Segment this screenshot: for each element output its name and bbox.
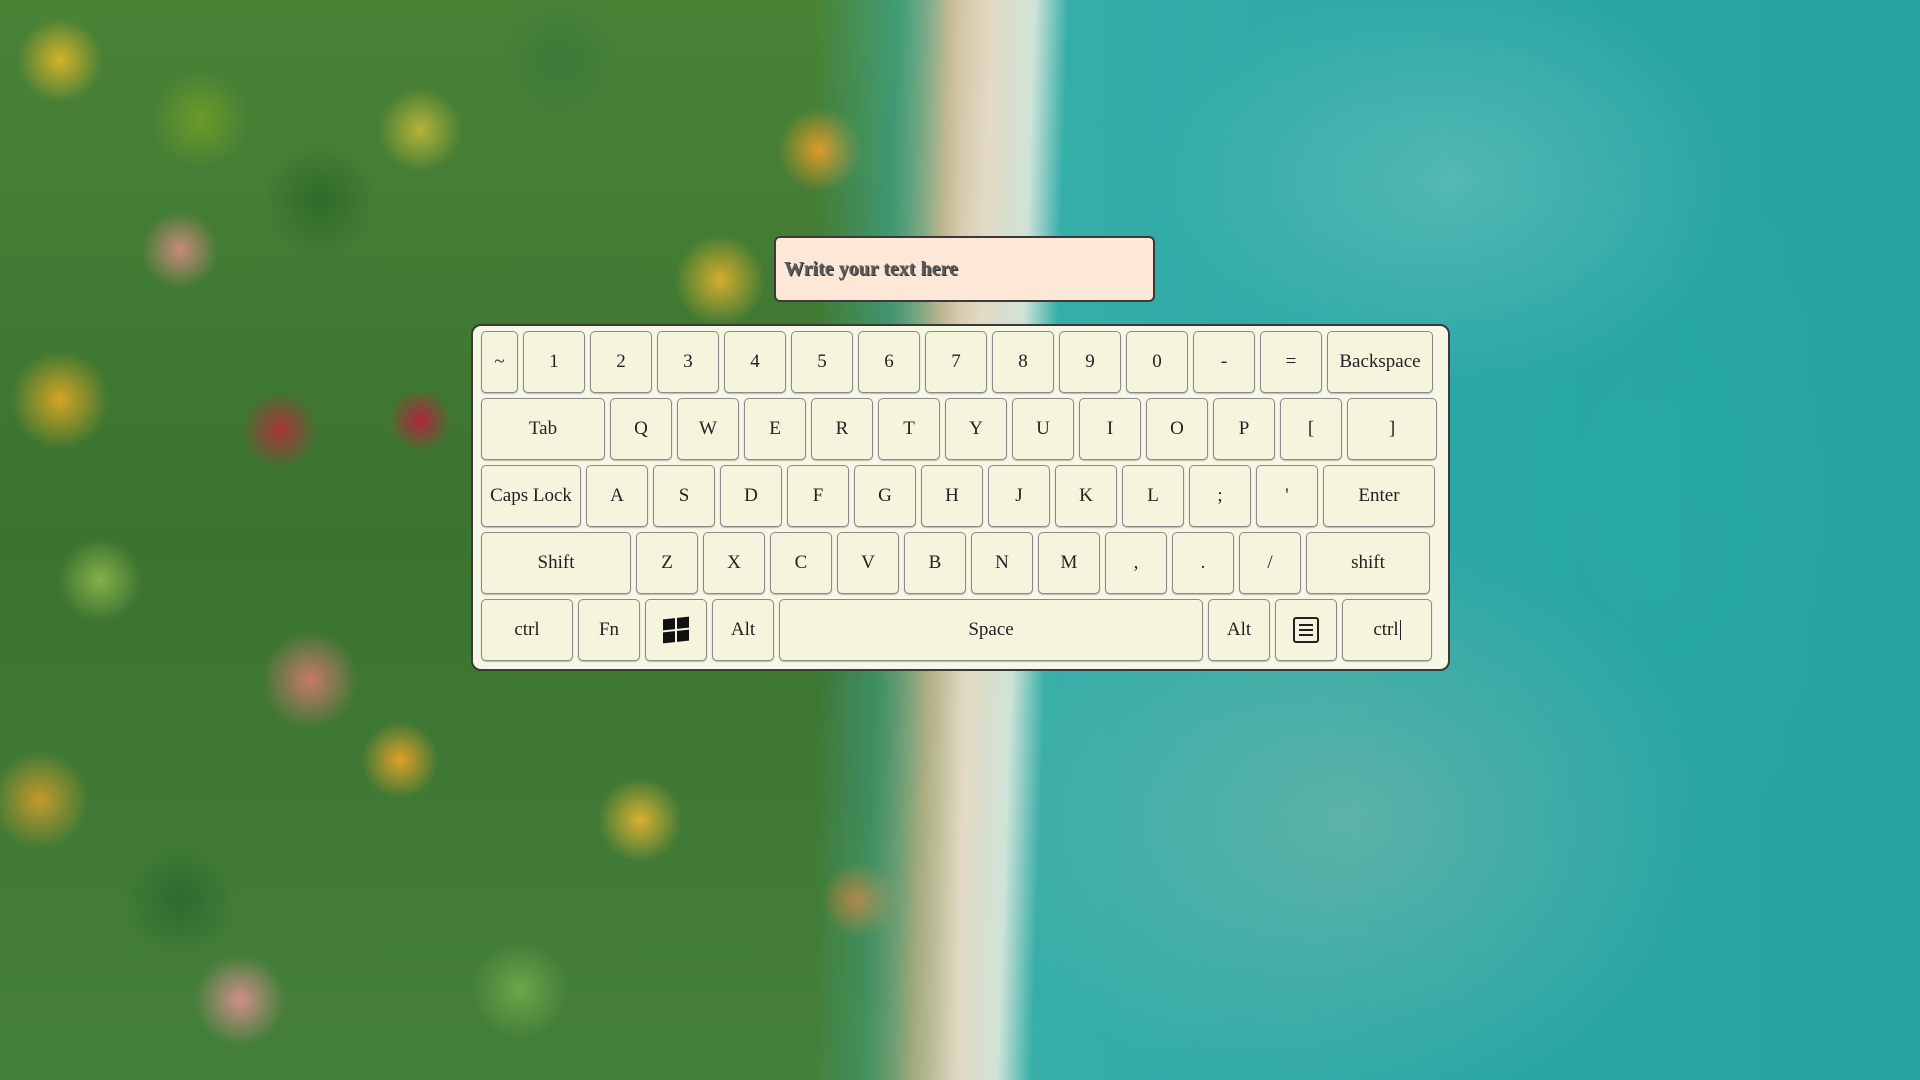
keyboard-row-qwerty: Tab Q W E R T Y U I O P [ ] <box>481 398 1440 460</box>
key-e[interactable]: E <box>744 398 806 460</box>
key-l[interactable]: L <box>1122 465 1184 527</box>
key-f[interactable]: F <box>787 465 849 527</box>
key-6[interactable]: 6 <box>858 331 920 393</box>
key-w[interactable]: W <box>677 398 739 460</box>
key-q[interactable]: Q <box>610 398 672 460</box>
key-minus[interactable]: - <box>1193 331 1255 393</box>
key-enter[interactable]: Enter <box>1323 465 1435 527</box>
context-menu-icon <box>1293 617 1319 643</box>
keyboard-row-bottom: ctrl Fn Alt Space Alt ctrl <box>481 599 1440 661</box>
key-left-bracket[interactable]: [ <box>1280 398 1342 460</box>
key-i[interactable]: I <box>1079 398 1141 460</box>
key-y[interactable]: Y <box>945 398 1007 460</box>
key-ctrl-right-label: ctrl <box>1373 619 1399 640</box>
key-k[interactable]: K <box>1055 465 1117 527</box>
key-windows[interactable] <box>645 599 707 661</box>
key-m[interactable]: M <box>1038 532 1100 594</box>
key-s[interactable]: S <box>653 465 715 527</box>
key-z[interactable]: Z <box>636 532 698 594</box>
key-equals[interactable]: = <box>1260 331 1322 393</box>
key-2[interactable]: 2 <box>590 331 652 393</box>
key-p[interactable]: P <box>1213 398 1275 460</box>
key-semicolon[interactable]: ; <box>1189 465 1251 527</box>
key-8[interactable]: 8 <box>992 331 1054 393</box>
key-7[interactable]: 7 <box>925 331 987 393</box>
key-t[interactable]: T <box>878 398 940 460</box>
key-1[interactable]: 1 <box>523 331 585 393</box>
keyboard-row-shift: Shift Z X C V B N M , . / shift <box>481 532 1440 594</box>
virtual-keyboard: ~ 1 2 3 4 5 6 7 8 9 0 - = Backspace Tab … <box>471 324 1450 671</box>
key-comma[interactable]: , <box>1105 532 1167 594</box>
key-backspace[interactable]: Backspace <box>1327 331 1433 393</box>
key-v[interactable]: V <box>837 532 899 594</box>
key-ctrl-right[interactable]: ctrl <box>1342 599 1432 661</box>
text-input-field[interactable] <box>774 236 1155 302</box>
key-x[interactable]: X <box>703 532 765 594</box>
key-tilde[interactable]: ~ <box>481 331 518 393</box>
key-5[interactable]: 5 <box>791 331 853 393</box>
key-alt-left[interactable]: Alt <box>712 599 774 661</box>
key-4[interactable]: 4 <box>724 331 786 393</box>
key-d[interactable]: D <box>720 465 782 527</box>
key-fn[interactable]: Fn <box>578 599 640 661</box>
key-caps-lock[interactable]: Caps Lock <box>481 465 581 527</box>
key-space[interactable]: Space <box>779 599 1203 661</box>
key-o[interactable]: O <box>1146 398 1208 460</box>
key-b[interactable]: B <box>904 532 966 594</box>
key-right-bracket[interactable]: ] <box>1347 398 1437 460</box>
key-0[interactable]: 0 <box>1126 331 1188 393</box>
key-shift-left[interactable]: Shift <box>481 532 631 594</box>
key-menu[interactable] <box>1275 599 1337 661</box>
key-h[interactable]: H <box>921 465 983 527</box>
key-j[interactable]: J <box>988 465 1050 527</box>
key-ctrl-left[interactable]: ctrl <box>481 599 573 661</box>
key-a[interactable]: A <box>586 465 648 527</box>
key-tab[interactable]: Tab <box>481 398 605 460</box>
key-3[interactable]: 3 <box>657 331 719 393</box>
key-n[interactable]: N <box>971 532 1033 594</box>
key-u[interactable]: U <box>1012 398 1074 460</box>
windows-logo-icon <box>663 616 689 644</box>
key-alt-right[interactable]: Alt <box>1208 599 1270 661</box>
key-c[interactable]: C <box>770 532 832 594</box>
key-slash[interactable]: / <box>1239 532 1301 594</box>
text-cursor <box>1399 620 1401 640</box>
key-9[interactable]: 9 <box>1059 331 1121 393</box>
key-apostrophe[interactable]: ' <box>1256 465 1318 527</box>
key-g[interactable]: G <box>854 465 916 527</box>
key-period[interactable]: . <box>1172 532 1234 594</box>
keyboard-row-home: Caps Lock A S D F G H J K L ; ' Enter <box>481 465 1440 527</box>
key-shift-right[interactable]: shift <box>1306 532 1430 594</box>
keyboard-row-numbers: ~ 1 2 3 4 5 6 7 8 9 0 - = Backspace <box>481 331 1440 393</box>
key-r[interactable]: R <box>811 398 873 460</box>
